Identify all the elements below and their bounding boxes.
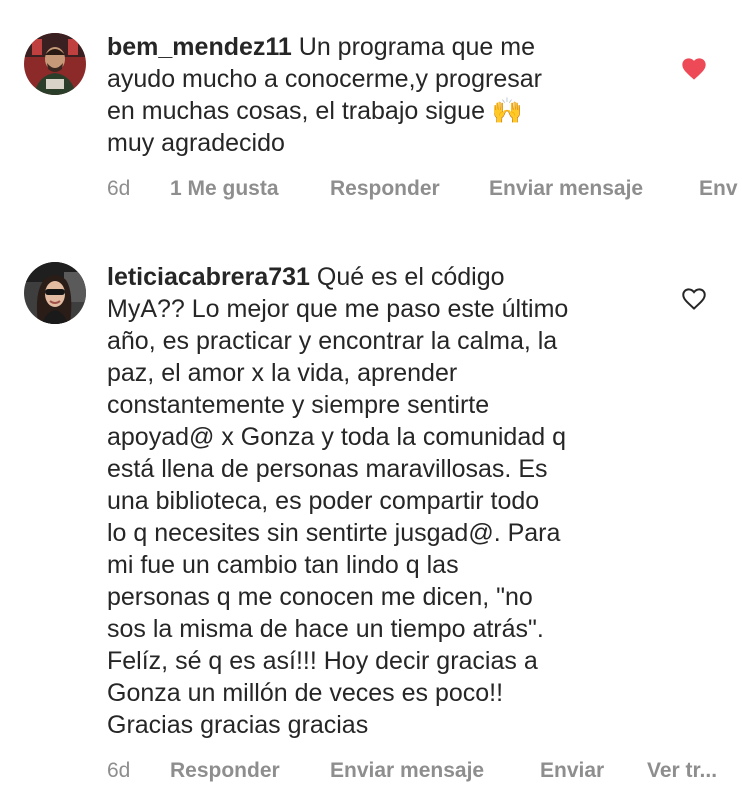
comment-body: Qué es el código MyA?? Lo mejor que me p… [107, 263, 569, 739]
send-message-button[interactable]: Enviar mensaje [489, 177, 643, 201]
share-button[interactable]: Enviar [540, 759, 604, 783]
likes-count-link[interactable]: 1 Me gusta [170, 177, 279, 201]
heart-filled-icon[interactable] [680, 55, 708, 81]
reply-button[interactable]: Responder [170, 759, 280, 783]
comment-age: 6d [107, 177, 131, 200]
comment-age: 6d [107, 759, 131, 782]
translate-button[interactable]: Ver tr... [647, 759, 717, 783]
comment-item: leticiacabrera731 Qué es el código MyA??… [0, 240, 742, 806]
comment-text: bem_mendez11 Un programa que me ayudo mu… [107, 31, 637, 159]
send-message-button[interactable]: Enviar mensaje [330, 759, 484, 783]
avatar[interactable] [24, 33, 86, 95]
reply-button[interactable]: Responder [330, 177, 440, 201]
more-action-button[interactable]: Env [699, 177, 738, 201]
comment-username[interactable]: bem_mendez11 [107, 33, 292, 61]
heart-outline-icon[interactable] [680, 285, 708, 311]
comment-item: bem_mendez11 Un programa que me ayudo mu… [0, 0, 742, 220]
comment-username[interactable]: leticiacabrera731 [107, 263, 310, 291]
avatar[interactable] [24, 262, 86, 324]
comment-text: leticiacabrera731 Qué es el código MyA??… [107, 261, 637, 741]
